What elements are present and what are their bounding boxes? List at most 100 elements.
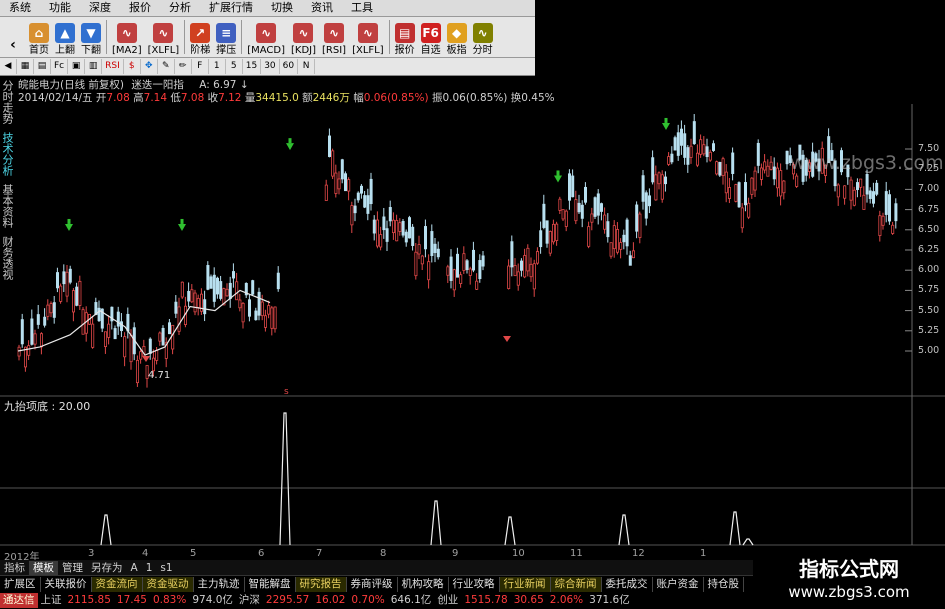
bottom-nav-item-4[interactable]: 主力轨迹 bbox=[194, 577, 245, 592]
candle-body bbox=[683, 133, 687, 158]
buy-arrow-stem bbox=[664, 117, 668, 123]
bottom-nav-item-8[interactable]: 机构攻略 bbox=[398, 577, 449, 592]
bottom-nav-item-10[interactable]: 行业新闻 bbox=[499, 577, 551, 592]
sell-marker-icon bbox=[142, 356, 150, 362]
candle-body bbox=[174, 301, 178, 314]
candle-body bbox=[78, 280, 82, 306]
toolbar-button-7[interactable]: ∿ [MACD] bbox=[244, 17, 288, 57]
menu-item-1[interactable]: 功能 bbox=[40, 0, 80, 16]
toolbar-button-8[interactable]: ∿ [KDJ] bbox=[288, 17, 319, 57]
menu-item-3[interactable]: 报价 bbox=[120, 0, 160, 16]
tab-3[interactable]: 另存为 bbox=[87, 561, 127, 575]
bottom-nav-item-5[interactable]: 智能解盘 bbox=[245, 577, 296, 592]
toolbar-button-11[interactable]: ▤ 报价 bbox=[392, 17, 418, 57]
chart-tool-11[interactable]: F bbox=[192, 59, 209, 74]
bottom-nav-item-0[interactable]: 扩展区 bbox=[0, 577, 41, 592]
bottom-nav-item-11[interactable]: 综合新闻 bbox=[550, 577, 602, 592]
sz-label[interactable]: 沪深 bbox=[236, 593, 263, 608]
chart-tool-9[interactable]: ✎ bbox=[158, 59, 175, 74]
candle-body bbox=[366, 195, 370, 214]
bottom-nav-item-1[interactable]: 关联报价 bbox=[41, 577, 92, 592]
stock-name: 皖能电力(日线 前复权) bbox=[18, 79, 125, 91]
chart-tool-2[interactable]: ▤ bbox=[34, 59, 51, 74]
candle-body bbox=[215, 277, 219, 295]
candle-body bbox=[718, 161, 722, 176]
toolbar-button-3[interactable]: ∿ [MA2] bbox=[109, 17, 145, 57]
bottom-nav-item-9[interactable]: 行业攻略 bbox=[449, 577, 500, 592]
chart-tool-0[interactable]: ◀ bbox=[0, 59, 17, 74]
brand-label[interactable]: 通达信 bbox=[0, 593, 38, 608]
menu-item-8[interactable]: 工具 bbox=[342, 0, 382, 16]
indicator-spike bbox=[279, 412, 291, 546]
low-label: 低 bbox=[170, 92, 181, 104]
menu-item-6[interactable]: 切换 bbox=[262, 0, 302, 16]
toolbar-button-9[interactable]: ∿ [RSI] bbox=[319, 17, 349, 57]
price-tick-4: 6.50 bbox=[918, 223, 940, 235]
change-value: 0.06(0.85%) bbox=[363, 92, 429, 104]
tab-5[interactable]: 1 bbox=[142, 561, 157, 575]
bottom-nav-item-6[interactable]: 研究报告 bbox=[295, 577, 347, 592]
back-button[interactable]: ‹ bbox=[0, 17, 26, 57]
tab-0[interactable]: 指标 bbox=[0, 561, 29, 575]
bottom-nav-item-7[interactable]: 券商评级 bbox=[347, 577, 398, 592]
chart-tool-5[interactable]: ▥ bbox=[85, 59, 103, 74]
chart-tool-15[interactable]: 30 bbox=[261, 59, 280, 74]
chart-tool-14[interactable]: 15 bbox=[243, 59, 262, 74]
chart-tool-8[interactable]: ✥ bbox=[141, 59, 158, 74]
chart-tool-16[interactable]: 60 bbox=[280, 59, 299, 74]
chart-tool-12[interactable]: 1 bbox=[209, 59, 226, 74]
time-tick-9: 11 bbox=[570, 548, 583, 559]
chart-tool-3[interactable]: Fc bbox=[51, 59, 69, 74]
toolbar-button-1[interactable]: ▲ 上翻 bbox=[52, 17, 78, 57]
candle-body bbox=[740, 207, 744, 229]
chart-tool-10[interactable]: ✏ bbox=[175, 59, 192, 74]
chart-tool-7[interactable]: $ bbox=[124, 59, 141, 74]
toolbar-label: 分时 bbox=[472, 45, 493, 56]
bottom-nav-item-14[interactable]: 持仓股 bbox=[704, 577, 744, 592]
toolbar-button-4[interactable]: ∿ [XLFL] bbox=[145, 17, 183, 57]
chart-toolbar: ◀ ▦ ▤ Fc ▣ ▥ RSI $ ✥ ✎ ✏ F 1 5 15 30 60 N bbox=[0, 58, 535, 76]
tab-2[interactable]: 管理 bbox=[58, 561, 87, 575]
candle-body bbox=[868, 190, 872, 199]
toolbar-button-10[interactable]: ∿ [XLFL] bbox=[349, 17, 387, 57]
candle-body bbox=[587, 226, 591, 247]
tab-4[interactable]: A bbox=[127, 561, 142, 575]
chart-tool-17[interactable]: N bbox=[298, 59, 316, 74]
chart-tool-1[interactable]: ▦ bbox=[17, 59, 34, 74]
candle-body bbox=[209, 276, 213, 289]
candle-body bbox=[545, 220, 549, 244]
toolbar-button-6[interactable]: ≡ 撑压 bbox=[213, 17, 239, 57]
toolbar-button-0[interactable]: ⌂ 首页 bbox=[26, 17, 52, 57]
toolbar-button-5[interactable]: ↗ 阶梯 bbox=[187, 17, 213, 57]
toolbar-button-2[interactable]: ▼ 下翻 bbox=[78, 17, 104, 57]
toolbar-button-14[interactable]: ∿ 分时 bbox=[470, 17, 496, 57]
indicator-spike bbox=[729, 511, 741, 546]
menu-item-7[interactable]: 资讯 bbox=[302, 0, 342, 16]
tab-6[interactable]: s1 bbox=[156, 561, 176, 575]
toolbar-button-12[interactable]: F6 自选 bbox=[418, 17, 444, 57]
bottom-nav-item-13[interactable]: 账户资金 bbox=[653, 577, 704, 592]
sh-label[interactable]: 上证 bbox=[38, 593, 65, 608]
bottom-nav-item-3[interactable]: 资金驱动 bbox=[142, 577, 194, 592]
site-watermark: 指标公式网 www.zbgs3.com bbox=[753, 548, 945, 609]
chart-tool-13[interactable]: 5 bbox=[226, 59, 243, 74]
tab-1[interactable]: 模板 bbox=[29, 560, 58, 575]
candle-body bbox=[555, 223, 559, 241]
price-tick-3: 6.75 bbox=[918, 203, 940, 215]
toolbar-button-13[interactable]: ◆ 板指 bbox=[444, 17, 470, 57]
candle-body bbox=[584, 186, 588, 203]
time-tick-2: 4 bbox=[142, 548, 149, 559]
bottom-nav-item-12[interactable]: 委托成交 bbox=[602, 577, 653, 592]
menu-item-4[interactable]: 分析 bbox=[160, 0, 200, 16]
chart-tool-4[interactable]: ▣ bbox=[68, 59, 86, 74]
menu-item-5[interactable]: 扩展行情 bbox=[200, 0, 262, 16]
menu-item-2[interactable]: 深度 bbox=[80, 0, 120, 16]
candle-body bbox=[632, 250, 636, 259]
bottom-nav-item-2[interactable]: 资金流向 bbox=[91, 577, 143, 592]
cy-label[interactable]: 创业 bbox=[434, 593, 461, 608]
chart-tool-6[interactable]: RSI bbox=[102, 59, 124, 74]
candle-body bbox=[724, 171, 728, 194]
time-tick-7: 9 bbox=[452, 548, 459, 559]
candle-body bbox=[116, 311, 120, 327]
menu-item-0[interactable]: 系统 bbox=[0, 0, 40, 16]
